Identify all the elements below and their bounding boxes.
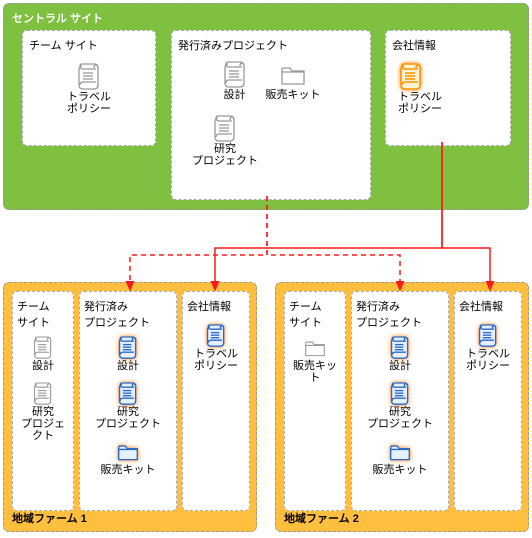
item-label: 設計 bbox=[224, 89, 246, 101]
folder-icon bbox=[389, 440, 411, 464]
farm-2-container: チームサイト 販売キット 発行済みプロジェクト 設計 研究プロジェクト 販売キッ… bbox=[275, 282, 529, 532]
central-published-title: 発行済みプロジェクト bbox=[178, 37, 364, 53]
published-item: 販売キット bbox=[266, 61, 321, 101]
list-item: 販売キット bbox=[84, 440, 172, 476]
farm1-col-published: 発行済みプロジェクト 設計 研究プロジェクト 販売キット bbox=[79, 291, 177, 511]
item-label: トラベルポリシー bbox=[466, 348, 510, 372]
item-label: 販売キット bbox=[266, 89, 321, 101]
list-item: トラベルポリシー bbox=[459, 324, 517, 372]
item-label: 設計 bbox=[117, 360, 139, 372]
list-item: トラベルポリシー bbox=[187, 324, 245, 372]
col-title: チームサイト bbox=[289, 298, 341, 330]
scroll-icon bbox=[477, 324, 499, 348]
central-team-box: チーム サイト トラベルポリシー bbox=[22, 30, 156, 146]
folder-icon bbox=[304, 336, 326, 360]
scroll-icon bbox=[117, 336, 139, 360]
farm-2-title: 地域ファーム 2 bbox=[284, 510, 359, 526]
farm2-col-team: チームサイト 販売キット bbox=[284, 291, 346, 511]
item-label: トラベルポリシー bbox=[398, 91, 442, 115]
item-label: トラベルポリシー bbox=[67, 91, 111, 115]
published-item: 研究プロジェクト bbox=[192, 115, 258, 167]
central-site-container: セントラル サイト チーム サイト トラベルポリシー 発行済みプロジェクト 設計… bbox=[3, 3, 529, 210]
item-label: トラベルポリシー bbox=[194, 348, 238, 372]
central-team-item: トラベルポリシー bbox=[29, 63, 149, 115]
item-label: 販売キット bbox=[373, 464, 428, 476]
farm-1-title: 地域ファーム 1 bbox=[12, 510, 87, 526]
central-title: セントラル サイト bbox=[12, 10, 522, 26]
scroll-icon bbox=[76, 63, 102, 91]
scroll-icon bbox=[205, 324, 227, 348]
scroll-icon bbox=[212, 115, 238, 143]
col-title: 発行済みプロジェクト bbox=[84, 298, 172, 330]
list-item: 研究プロジェクト bbox=[356, 382, 444, 430]
list-item: 設計 bbox=[17, 336, 69, 372]
col-title: 発行済みプロジェクト bbox=[356, 298, 444, 330]
farm1-col-team: チームサイト 設計 研究プロジェクト bbox=[12, 291, 74, 511]
farm2-col-published: 発行済みプロジェクト 設計 研究プロジェクト 販売キット bbox=[351, 291, 449, 511]
list-item: 研究プロジェクト bbox=[84, 382, 172, 430]
published-item: 設計 bbox=[222, 61, 248, 101]
item-label: 研究プロジェクト bbox=[367, 406, 433, 430]
list-item: 販売キット bbox=[289, 336, 341, 384]
folder-icon bbox=[117, 440, 139, 464]
scroll-icon bbox=[117, 382, 139, 406]
scroll-icon bbox=[398, 63, 424, 91]
list-item: 設計 bbox=[84, 336, 172, 372]
company-item: トラベルポリシー bbox=[398, 63, 504, 115]
farm-1-container: チームサイト 設計 研究プロジェクト 発行済みプロジェクト 設計 研究プロジェク… bbox=[3, 282, 257, 532]
scroll-icon bbox=[222, 61, 248, 89]
col-title: チームサイト bbox=[17, 298, 69, 330]
central-company-box: 会社情報 トラベルポリシー bbox=[385, 30, 511, 146]
item-label: 研究プロジェクト bbox=[95, 406, 161, 430]
item-label: 設計 bbox=[389, 360, 411, 372]
col-title: 会社情報 bbox=[459, 298, 517, 314]
scroll-icon bbox=[389, 336, 411, 360]
item-label: 設計 bbox=[32, 360, 54, 372]
scroll-icon bbox=[32, 336, 54, 360]
folder-icon bbox=[280, 61, 306, 89]
col-title: 会社情報 bbox=[187, 298, 245, 314]
scroll-icon bbox=[389, 382, 411, 406]
central-company-title: 会社情報 bbox=[392, 37, 504, 53]
central-published-box: 発行済みプロジェクト 設計 販売キット 研究プロジェクト bbox=[171, 30, 371, 200]
item-label: 販売キット bbox=[289, 360, 341, 384]
farm2-col-company: 会社情報 トラベルポリシー bbox=[454, 291, 522, 511]
item-label: 販売キット bbox=[101, 464, 156, 476]
central-team-title: チーム サイト bbox=[29, 37, 149, 53]
list-item: 設計 bbox=[356, 336, 444, 372]
item-label: 研究プロジェクト bbox=[192, 143, 258, 167]
item-label: 研究プロジェクト bbox=[17, 406, 69, 442]
scroll-icon bbox=[32, 382, 54, 406]
list-item: 研究プロジェクト bbox=[17, 382, 69, 442]
list-item: 販売キット bbox=[356, 440, 444, 476]
farm1-col-company: 会社情報 トラベルポリシー bbox=[182, 291, 250, 511]
